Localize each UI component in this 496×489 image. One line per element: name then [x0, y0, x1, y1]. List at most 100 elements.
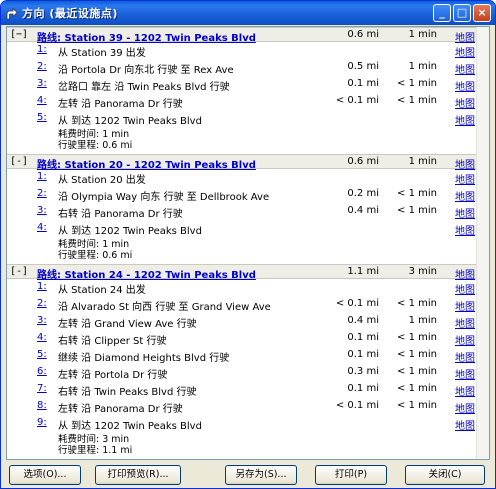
step-map-link[interactable]: 地图 [455, 171, 475, 186]
step-time: 1 min [408, 315, 437, 326]
step-distance: 0.1 mi [347, 332, 379, 343]
button-bar: 选项(O)... 打印预览(R)... 另存为(S)... 打印(P) 关闭(C… [1, 463, 495, 488]
step-map-link[interactable]: 地图 [455, 298, 475, 313]
step-number-link[interactable]: 4: [37, 332, 47, 343]
step-time: < 1 min [397, 205, 437, 216]
collapse-toggle[interactable]: [-] [10, 266, 28, 277]
step-instruction: 从 到达 1202 Twin Peaks Blvd [58, 226, 202, 237]
step-map-link[interactable]: 地图 [455, 366, 475, 381]
step-map-link[interactable]: 地图 [455, 188, 475, 203]
step-map-link[interactable]: 地图 [455, 400, 475, 415]
step-number-link[interactable]: 2: [37, 298, 47, 309]
step-distance: 0.1 mi [347, 78, 379, 89]
direction-step: 6: 左转 沿 Portola Dr 行驶 0.3 mi < 1 min 地图 [7, 364, 477, 381]
step-number-link[interactable]: 1: [37, 44, 47, 55]
step-distance: 0.4 mi [347, 315, 379, 326]
step-distance: < 0.1 mi [335, 298, 379, 309]
route-summary: 耗费时间: 3 min 行驶里程: 1.1 mi [7, 432, 477, 459]
step-number-link[interactable]: 4: [37, 95, 47, 106]
direction-step: 2: 沿 Olympia Way 向东 行驶 至 Dellbrook Ave 0.2… [7, 186, 477, 203]
step-number-link[interactable]: 9: [37, 417, 47, 428]
step-distance: 0.1 mi [347, 383, 379, 394]
route-distance: 0.6 mi [347, 156, 379, 167]
step-map-link[interactable]: 地图 [455, 349, 475, 364]
step-map-link[interactable]: 地图 [455, 417, 475, 432]
direction-step: 2: 沿 Portola Dr 向东北 行驶 至 Rex Ave 0.5 mi 1 m… [7, 59, 477, 76]
summary-distance: 行驶里程: 0.6 mi [58, 140, 133, 151]
print-preview-button[interactable]: 打印预览(R)... [95, 465, 181, 485]
step-number-link[interactable]: 4: [37, 222, 47, 233]
direction-step: 5: 从 到达 1202 Twin Peaks Blvd 地图 [7, 110, 477, 127]
direction-step: 5: 继续 沿 Diamond Heights Blvd 行驶 0.1 mi < 1 … [7, 347, 477, 364]
step-map-link[interactable]: 地图 [455, 383, 475, 398]
step-number-link[interactable]: 2: [37, 61, 47, 72]
step-instruction: 右转 沿 Panorama Dr 行驶 [58, 209, 183, 220]
collapse-toggle[interactable]: [-] [10, 156, 28, 167]
step-distance: 0.2 mi [347, 188, 379, 199]
step-number-link[interactable]: 6: [37, 366, 47, 377]
direction-step: 4: 从 到达 1202 Twin Peaks Blvd 地图 [7, 220, 477, 237]
close-button[interactable]: 关闭(C) [405, 465, 485, 485]
vertical-scrollbar[interactable] [476, 27, 489, 459]
step-map-link[interactable]: 地图 [455, 315, 475, 330]
directions-arrow-icon [5, 7, 18, 20]
step-number-link[interactable]: 8: [37, 400, 47, 411]
step-distance: < 0.1 mi [335, 95, 379, 106]
step-number-link[interactable]: 3: [37, 78, 47, 89]
direction-step: 3: 左转 沿 Grand View Ave 行驶 0.4 mi 1 min 地图 [7, 313, 477, 330]
step-number-link[interactable]: 1: [37, 281, 47, 292]
routes-list: [−] 路线: Station 39 - 1202 Twin Peaks Blvd… [7, 27, 477, 459]
step-number-link[interactable]: 1: [37, 171, 47, 182]
step-time: < 1 min [397, 366, 437, 377]
step-instruction: 右转 沿 Clipper St 行驶 [58, 336, 167, 347]
step-number-link[interactable]: 3: [37, 315, 47, 326]
step-map-link[interactable]: 地图 [455, 281, 475, 296]
directions-window: 方向 (最近设施点) _ □ × [−] 路线: Station 39 - 120… [0, 0, 496, 489]
step-number-link[interactable]: 2: [37, 188, 47, 199]
step-map-link[interactable]: 地图 [455, 61, 475, 76]
step-instruction: 从 到达 1202 Twin Peaks Blvd [58, 421, 202, 432]
direction-step: 1: 从 Station 39 出发 地图 [7, 42, 477, 59]
title-bar[interactable]: 方向 (最近设施点) _ □ × [1, 1, 495, 25]
direction-step: 9: 从 到达 1202 Twin Peaks Blvd 地图 [7, 415, 477, 432]
step-map-link[interactable]: 地图 [455, 44, 475, 59]
minimize-button[interactable]: _ [433, 4, 451, 22]
step-distance: < 0.1 mi [335, 400, 379, 411]
step-instruction: 从 Station 20 出发 [58, 175, 146, 186]
step-map-link[interactable]: 地图 [455, 222, 475, 237]
step-number-link[interactable]: 3: [37, 205, 47, 216]
step-number-link[interactable]: 5: [37, 112, 47, 123]
step-map-link[interactable]: 地图 [455, 78, 475, 93]
collapse-toggle[interactable]: [−] [10, 29, 28, 40]
step-map-link[interactable]: 地图 [455, 95, 475, 110]
step-time: < 1 min [397, 383, 437, 394]
close-window-button[interactable]: × [473, 4, 491, 22]
step-time: < 1 min [397, 400, 437, 411]
maximize-button[interactable]: □ [453, 4, 471, 22]
route-time: 1 min [408, 29, 437, 40]
route-header: [-] 路线: Station 24 - 1202 Twin Peaks Blvd… [7, 264, 477, 281]
print-button[interactable]: 打印(P) [315, 465, 387, 485]
step-map-link[interactable]: 地图 [455, 205, 475, 220]
direction-step: 8: 左转 沿 Panorama Dr 行驶 < 0.1 mi < 1 min 地图 [7, 398, 477, 415]
step-map-link[interactable]: 地图 [455, 112, 475, 127]
step-number-link[interactable]: 5: [37, 349, 47, 360]
route-distance: 1.1 mi [347, 266, 379, 277]
step-instruction: 左转 沿 Portola Dr 行驶 [58, 370, 168, 381]
route-section: [-] 路线: Station 20 - 1202 Twin Peaks Blvd… [7, 154, 477, 264]
step-number-link[interactable]: 7: [37, 383, 47, 394]
step-instruction: 继续 沿 Diamond Heights Blvd 行驶 [58, 353, 230, 364]
step-time: 1 min [408, 61, 437, 72]
route-distance: 0.6 mi [347, 29, 379, 40]
step-instruction: 岔路口 靠左 沿 Twin Peaks Blvd 行驶 [58, 82, 230, 93]
options-button[interactable]: 选项(O)... [9, 465, 81, 485]
step-map-link[interactable]: 地图 [455, 332, 475, 347]
direction-step: 2: 沿 Alvarado St 向西 行驶 至 Grand View Ave < … [7, 296, 477, 313]
step-instruction: 从 Station 39 出发 [58, 48, 146, 59]
directions-panel: [−] 路线: Station 39 - 1202 Twin Peaks Blvd… [6, 26, 490, 460]
step-instruction: 左转 沿 Panorama Dr 行驶 [58, 99, 183, 110]
step-instruction: 沿 Olympia Way 向东 行驶 至 Dellbrook Ave [58, 192, 270, 203]
save-as-button[interactable]: 另存为(S)... [225, 465, 297, 485]
summary-time: 耗费时间: 1 min [58, 129, 130, 140]
title-buttons: _ □ × [433, 4, 491, 22]
